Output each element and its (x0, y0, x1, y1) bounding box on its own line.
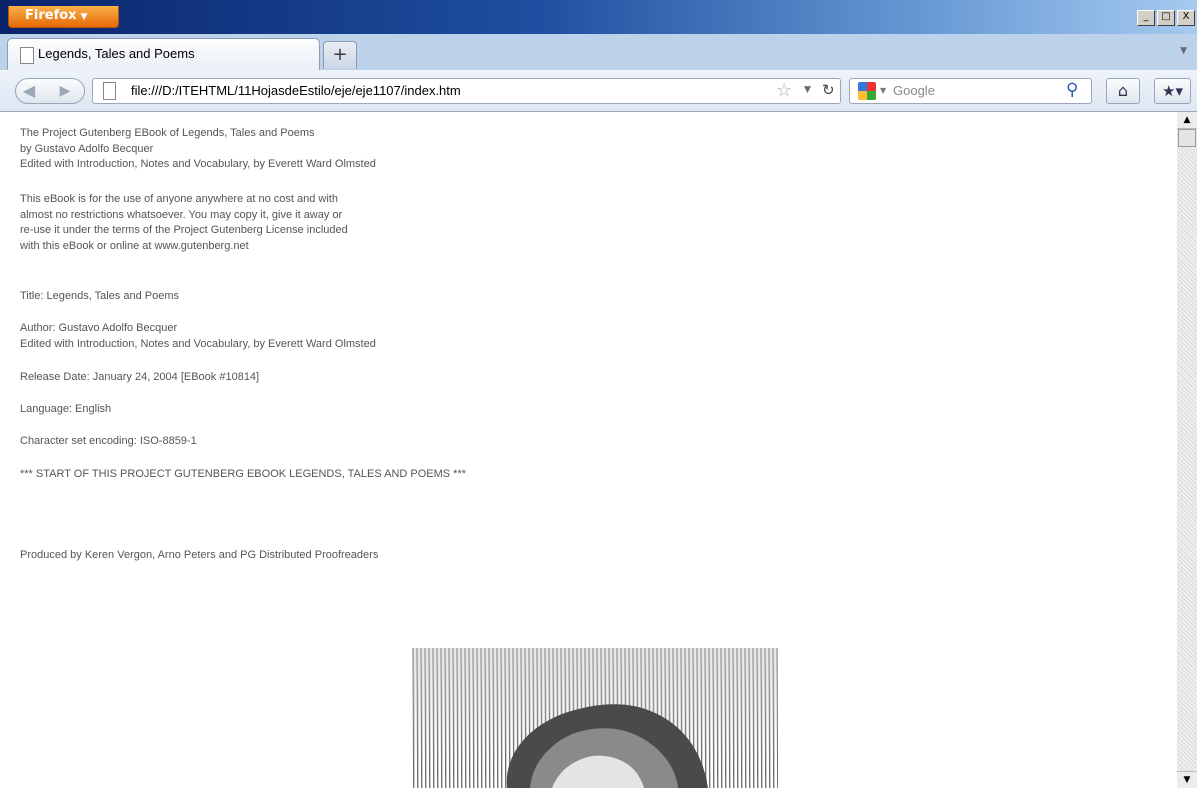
reload-icon[interactable]: ↻ (822, 81, 835, 99)
google-icon[interactable] (858, 82, 876, 100)
url-text[interactable]: file:///D:/ITEHTML/11HojasdeEstilo/eje/e… (131, 83, 461, 98)
tab-list-chevron-icon[interactable]: ▼ (1180, 46, 1187, 56)
producer-credit-line: Produced by Keren Vergon, Arno Peters an… (20, 549, 379, 561)
navigation-bar: ◀ ▶ file:///D:/ITEHTML/11HojasdeEstilo/e… (0, 70, 1197, 112)
license-line: almost no restrictions whatsoever. You m… (20, 208, 343, 221)
scroll-up-arrow-icon[interactable]: ▲ (1177, 112, 1197, 129)
close-button[interactable]: X (1177, 10, 1195, 26)
start-marker-line: *** START OF THIS PROJECT GUTENBERG EBOO… (20, 468, 467, 480)
firefox-menu-label: Firefox (25, 8, 77, 23)
home-icon[interactable]: ⌂ (1106, 78, 1140, 104)
license-notice: This eBook is for the use of anyone anyw… (20, 192, 348, 254)
vertical-scrollbar[interactable]: ▲ ▼ (1177, 112, 1197, 788)
search-bar[interactable]: ▼ Google ⚲ (849, 78, 1092, 104)
scroll-down-arrow-icon[interactable]: ▼ (1177, 771, 1197, 788)
scroll-thumb[interactable] (1178, 129, 1196, 147)
license-line: This eBook is for the use of anyone anyw… (20, 193, 338, 205)
bookmark-star-icon[interactable]: ☆ (776, 80, 792, 101)
header-line: by Gustavo Adolfo Becquer (20, 142, 154, 155)
language-line: Language: English (20, 403, 112, 415)
ebook-header: The Project Gutenberg EBook of Legends, … (20, 126, 376, 173)
license-line: with this eBook or online at www.gutenbe… (20, 239, 249, 252)
release-date-line: Release Date: January 24, 2004 [EBook #1… (20, 371, 260, 383)
firefox-menu-button[interactable]: Firefox ▼ (8, 6, 119, 28)
charset-line: Character set encoding: ISO-8859-1 (20, 435, 197, 447)
page-icon (20, 47, 34, 64)
bookmarks-icon[interactable]: ★▾ (1154, 78, 1191, 104)
license-line: re-use it under the terms of the Project… (20, 224, 348, 236)
author-line: Edited with Introduction, Notes and Voca… (20, 337, 376, 350)
author-line: Author: Gustavo Adolfo Becquer (20, 322, 178, 334)
url-history-chevron-icon[interactable]: ▼ (804, 85, 811, 95)
search-input[interactable]: Google (893, 83, 935, 98)
tab-strip: Legends, Tales and Poems + ▼ (0, 34, 1197, 70)
header-line: Edited with Introduction, Notes and Voca… (20, 158, 376, 170)
back-arrow-icon[interactable]: ◀ (18, 80, 40, 102)
title-bar: Firefox ▼ _ □ X (0, 0, 1197, 34)
author-portrait-image (412, 648, 778, 788)
page-content: The Project Gutenberg EBook of Legends, … (8, 112, 1176, 788)
window-controls: _ □ X (1137, 10, 1195, 26)
url-bar[interactable]: file:///D:/ITEHTML/11HojasdeEstilo/eje/e… (92, 78, 841, 104)
new-tab-button[interactable]: + (323, 41, 357, 69)
minimize-button[interactable]: _ (1137, 10, 1155, 26)
title-line: Title: Legends, Tales and Poems (20, 290, 179, 302)
maximize-button[interactable]: □ (1157, 10, 1175, 26)
back-forward-group: ◀ ▶ (15, 78, 85, 104)
tab-legends[interactable]: Legends, Tales and Poems (7, 38, 320, 70)
search-magnifier-icon[interactable]: ⚲ (1066, 80, 1078, 100)
author-block: Author: Gustavo Adolfo Becquer Edited wi… (20, 321, 376, 352)
tab-label: Legends, Tales and Poems (38, 46, 195, 61)
page-icon (103, 82, 116, 100)
chevron-down-icon: ▼ (80, 12, 88, 22)
forward-arrow-icon[interactable]: ▶ (54, 80, 76, 102)
engine-chevron-icon[interactable]: ▼ (880, 86, 886, 95)
header-line: The Project Gutenberg EBook of Legends, … (20, 127, 315, 139)
